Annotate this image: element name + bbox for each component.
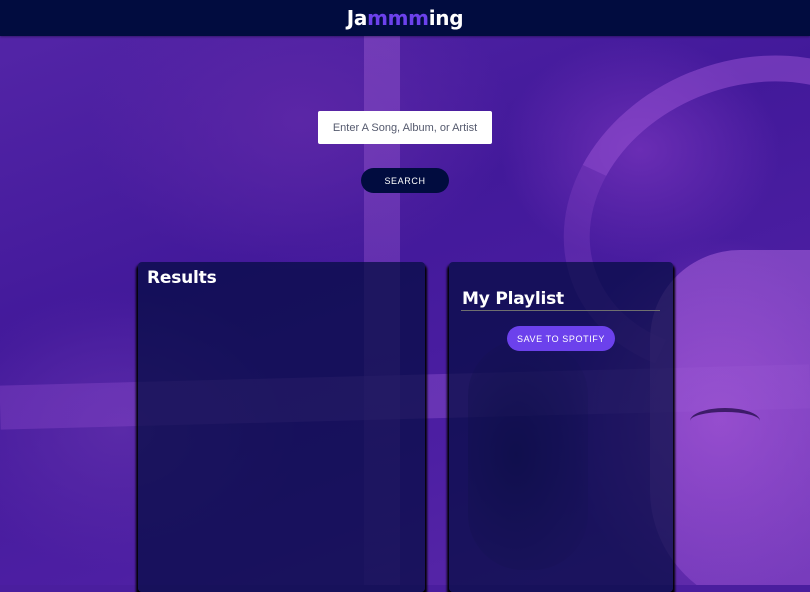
playlist-name-input[interactable] [461,289,660,311]
logo-prefix: Ja [346,6,368,30]
logo-highlight: mmm [367,6,429,30]
app-logo: Jammming [346,6,464,30]
app-header: Jammming [0,0,810,36]
search-input[interactable] [318,111,492,144]
search-button[interactable]: SEARCH [361,168,449,193]
logo-suffix: ing [428,6,464,30]
results-title: Results [147,268,217,288]
save-to-spotify-button[interactable]: SAVE TO SPOTIFY [507,326,615,351]
results-panel: Results [138,262,425,592]
playlist-panel: SAVE TO SPOTIFY [449,262,673,592]
